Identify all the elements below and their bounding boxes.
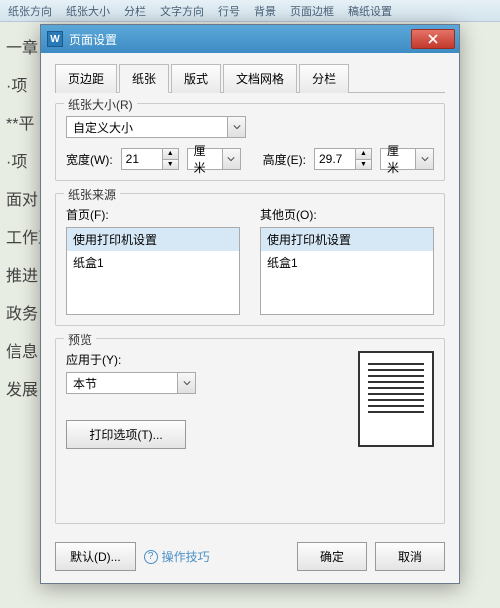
paper-source-group: 纸张来源 首页(F): 使用打印机设置 纸盒1 其他页(O): 使用打印机设置 … [55, 193, 445, 326]
chevron-down-icon [227, 117, 245, 137]
chevron-down-icon [177, 373, 195, 393]
width-label: 宽度(W): [66, 151, 113, 168]
close-icon [428, 34, 438, 44]
ok-button[interactable]: 确定 [297, 542, 367, 571]
app-icon: W [47, 31, 63, 47]
other-pages-label: 其他页(O): [260, 206, 434, 223]
paper-size-combo[interactable]: 自定义大小 [66, 116, 246, 138]
page-setup-dialog: W 页面设置 页边距 纸张 版式 文档网格 分栏 纸张大小(R) 自定义大小 宽… [40, 24, 460, 584]
height-label: 高度(E): [263, 151, 306, 168]
default-button[interactable]: 默认(D)... [55, 542, 136, 571]
list-item[interactable]: 纸盒1 [67, 251, 239, 274]
list-item[interactable]: 纸盒1 [261, 251, 433, 274]
first-page-listbox[interactable]: 使用打印机设置 纸盒1 [66, 227, 240, 315]
spinner-arrows[interactable]: ▲▼ [162, 149, 178, 169]
paper-size-value: 自定义大小 [67, 119, 227, 136]
tab-paper[interactable]: 纸张 [119, 64, 169, 93]
tab-layout[interactable]: 版式 [171, 64, 221, 93]
paper-size-group: 纸张大小(R) 自定义大小 宽度(W): 21 ▲▼ 厘米 高度(E): [55, 103, 445, 181]
tab-columns[interactable]: 分栏 [299, 64, 349, 93]
dialog-footer: 默认(D)... ? 操作技巧 确定 取消 [55, 536, 445, 571]
page-preview [358, 351, 434, 447]
other-pages-listbox[interactable]: 使用打印机设置 纸盒1 [260, 227, 434, 315]
titlebar: W 页面设置 [41, 25, 459, 53]
preview-legend: 预览 [64, 331, 96, 348]
width-unit-combo[interactable]: 厘米 [187, 148, 241, 170]
apply-to-label: 应用于(Y): [66, 351, 338, 368]
print-options-button[interactable]: 打印选项(T)... [66, 420, 186, 449]
paper-size-legend: 纸张大小(R) [64, 96, 137, 113]
first-page-label: 首页(F): [66, 206, 240, 223]
height-value: 29.7 [315, 149, 355, 169]
list-item[interactable]: 使用打印机设置 [67, 228, 239, 251]
tabs: 页边距 纸张 版式 文档网格 分栏 [55, 63, 445, 93]
help-icon: ? [144, 550, 158, 564]
width-value: 21 [122, 149, 162, 169]
chevron-down-icon [222, 149, 240, 169]
tips-link[interactable]: ? 操作技巧 [144, 548, 210, 565]
tab-margins[interactable]: 页边距 [55, 64, 117, 93]
chevron-down-icon [415, 149, 433, 169]
paper-source-legend: 纸张来源 [64, 186, 120, 203]
width-spinner[interactable]: 21 ▲▼ [121, 148, 179, 170]
list-item[interactable]: 使用打印机设置 [261, 228, 433, 251]
close-button[interactable] [411, 29, 455, 49]
dialog-title: 页面设置 [69, 31, 411, 48]
height-spinner[interactable]: 29.7 ▲▼ [314, 148, 372, 170]
preview-group: 预览 应用于(Y): 本节 打印选项(T)... [55, 338, 445, 524]
spinner-arrows[interactable]: ▲▼ [355, 149, 371, 169]
apply-to-combo[interactable]: 本节 [66, 372, 196, 394]
tab-docgrid[interactable]: 文档网格 [223, 64, 297, 93]
cancel-button[interactable]: 取消 [375, 542, 445, 571]
height-unit-combo[interactable]: 厘米 [380, 148, 434, 170]
